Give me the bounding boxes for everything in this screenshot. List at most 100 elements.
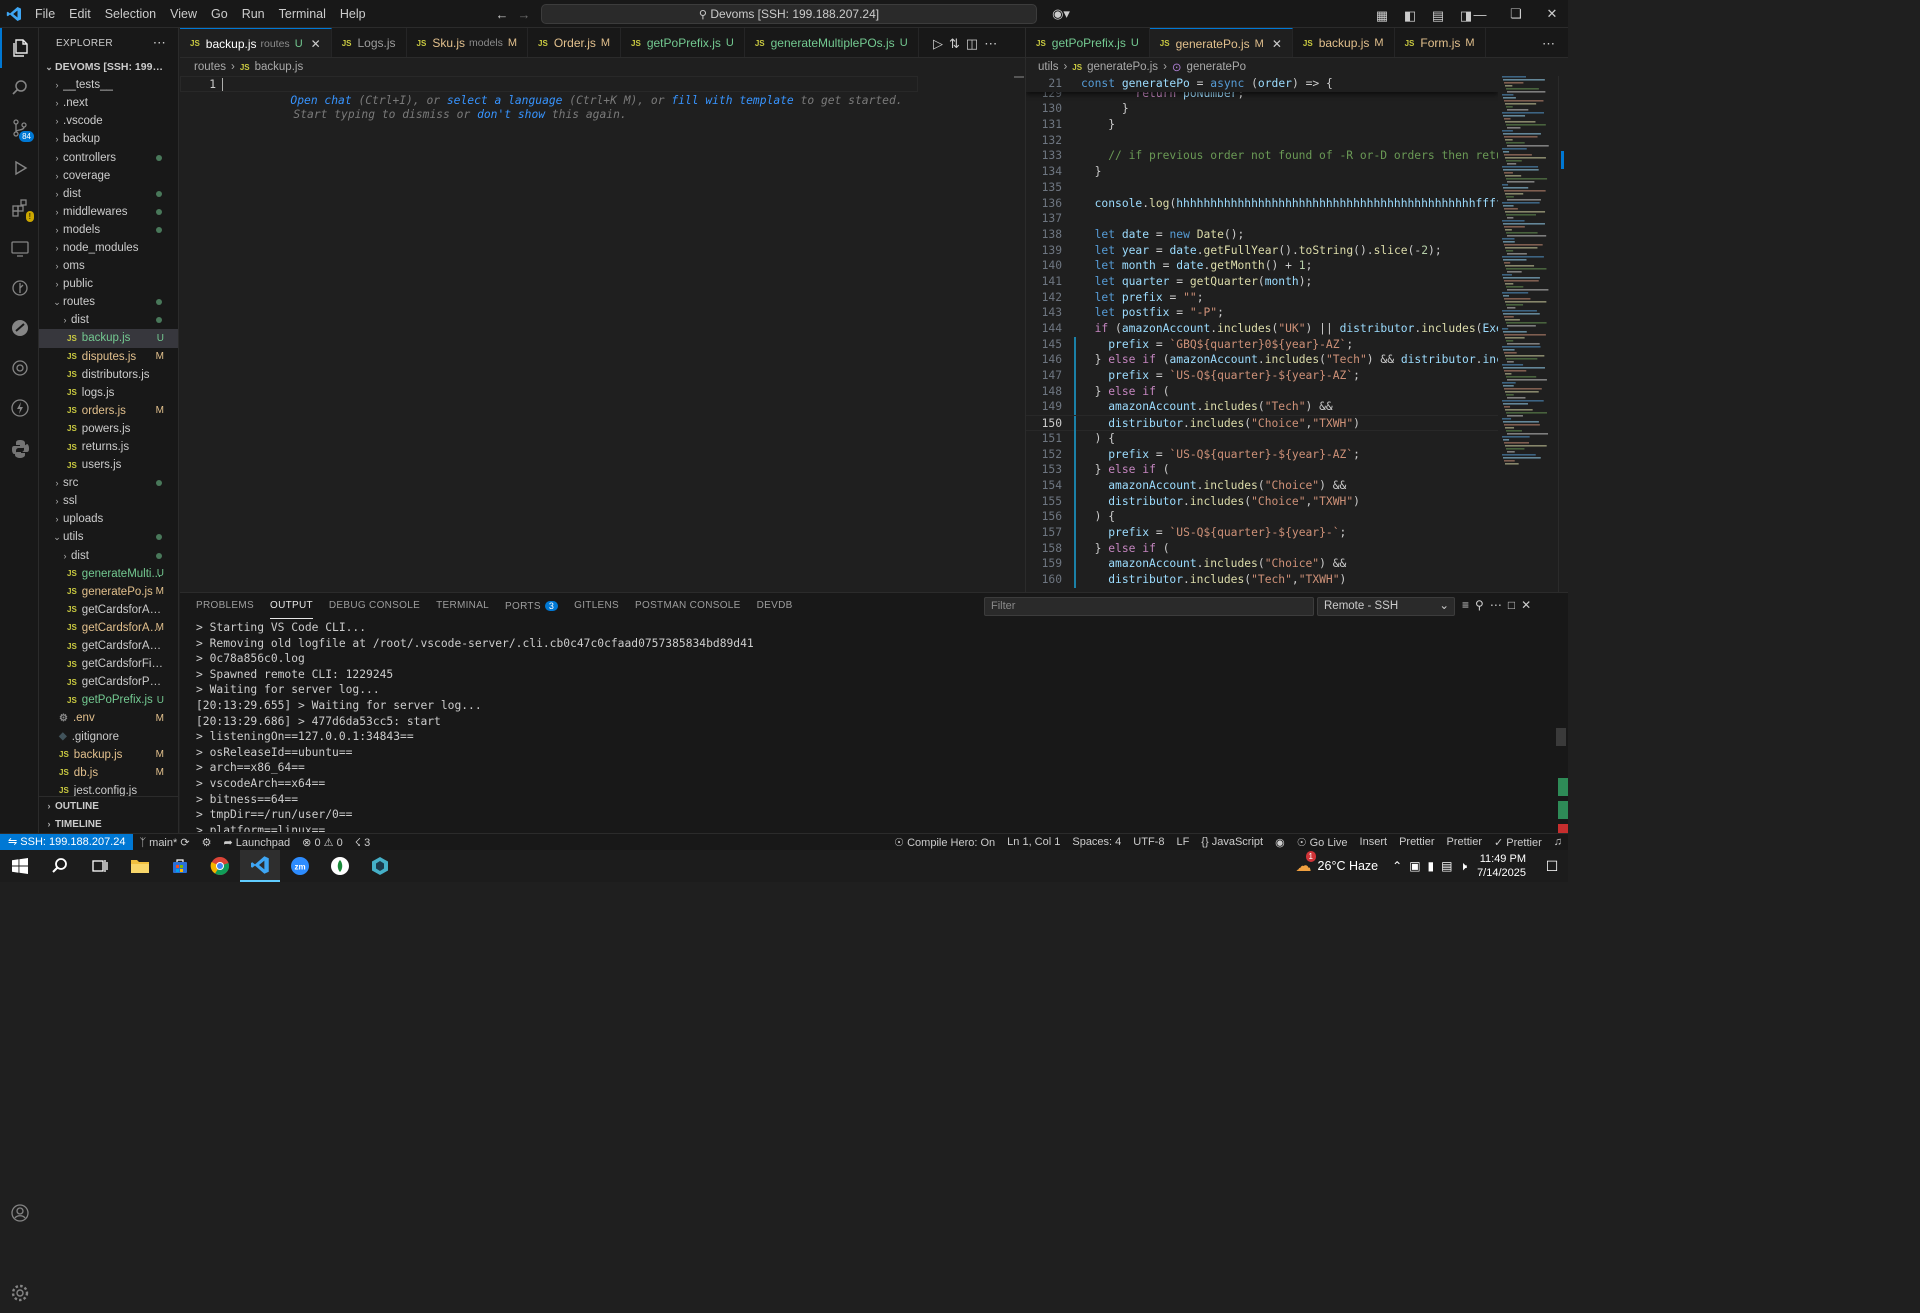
output-scrollbar-thumb[interactable] [1556,728,1566,746]
folder-item[interactable]: › __tests__ [39,76,178,94]
split-editor-icon[interactable]: ◫ [966,36,978,52]
editor-tab[interactable]: JS getPoPrefix.js U [1026,28,1150,57]
file-item[interactable]: JS getCardsforFinance.js [39,655,178,673]
fill-template-link[interactable]: fill with template [671,94,793,107]
app-hexagon-icon[interactable] [360,850,400,882]
file-item[interactable]: ⚙ .env M [39,709,178,727]
breadcrumb-file[interactable]: backup.js [255,61,304,73]
cursor-position[interactable]: Ln 1, Col 1 [1001,836,1066,848]
panel-tab-postman-console[interactable]: POSTMAN CONSOLE [627,593,749,619]
gitlens-icon[interactable] [0,268,39,308]
explorer-icon[interactable] [0,28,39,68]
output-channel-select[interactable]: Remote - SSH ⌄ [1317,597,1455,616]
vertical-scrollbar[interactable] [1558,76,1568,592]
editor-tab[interactable]: JS backup.js routes U ✕ [180,28,332,57]
battery-icon[interactable]: ▮ [1428,859,1435,874]
folder-item[interactable]: › src [39,474,178,492]
back-arrow-icon[interactable]: ← [490,3,514,25]
prettier-status[interactable]: Prettier [1393,836,1440,848]
file-item[interactable]: JS generatePo.js M [39,583,178,601]
editor-tab[interactable]: JS generateMultiplePOs.js U [745,28,919,57]
gitlens-inspect-icon[interactable] [0,308,39,348]
compile-hero[interactable]: ☉ Compile Hero: On [888,836,1001,849]
panel-tab-output[interactable]: OUTPUT [262,593,321,619]
thunder-client-icon[interactable] [0,388,39,428]
folder-item[interactable]: › node_modules [39,239,178,257]
panel-tab-terminal[interactable]: TERMINAL [428,593,497,619]
minimize-icon[interactable]: — [1462,3,1498,25]
folder-item[interactable]: › backup [39,130,178,148]
folder-item[interactable]: › coverage [39,167,178,185]
file-item[interactable]: JS getCardsforPurchasi... [39,673,178,691]
launchpad[interactable]: ➦ Launchpad [217,836,296,849]
breadcrumb-file[interactable]: generatePo.js [1087,61,1158,73]
file-item[interactable]: JS backup.js M [39,746,178,764]
maximize-panel-icon[interactable]: □ [1508,598,1515,612]
output-log[interactable]: > Starting VS Code CLI... > Removing old … [196,620,1536,832]
settings-gear-icon[interactable] [0,1273,39,1313]
go-live[interactable]: ☉ Go Live [1291,836,1354,849]
forward-arrow-icon[interactable]: → [512,3,536,25]
menu-go[interactable]: Go [204,0,235,28]
end-of-line[interactable]: LF [1170,836,1195,848]
timeline-section[interactable]: › TIMELINE [39,815,178,833]
forwarded-ports[interactable]: ☇ 3 [349,836,377,849]
outline-section[interactable]: › OUTLINE [39,797,178,815]
menu-edit[interactable]: Edit [62,0,98,28]
folder-item[interactable]: › middlewares [39,203,178,221]
customize-layout-icon[interactable]: ▦ [1370,5,1394,27]
folder-item[interactable]: › .vscode [39,112,178,130]
sticky-scroll-line[interactable]: 21 const generatePo = async (order) => { [1026,76,1498,92]
panel-tab-devdb[interactable]: DEVDB [749,593,801,619]
indentation[interactable]: Spaces: 4 [1066,836,1127,848]
tab-close-icon[interactable]: ✕ [311,37,321,51]
file-item[interactable]: JS getCardsforAccount.js [39,601,178,619]
account-icon[interactable] [0,1193,39,1233]
file-explorer-icon[interactable] [120,850,160,882]
zoom-icon[interactable]: zm [280,850,320,882]
menu-run[interactable]: Run [235,0,272,28]
more-actions-icon[interactable]: ⋯ [153,35,166,51]
extensions-icon[interactable]: ! [0,188,39,228]
debug-status-icon[interactable]: ⚙ [196,836,218,849]
folder-item[interactable]: › .next [39,94,178,112]
editor-tab[interactable]: JS Order.js M [528,28,622,57]
close-panel-icon[interactable]: ✕ [1521,598,1531,612]
editor-more-actions-icon[interactable]: ⋯ [984,36,997,52]
task-view-icon[interactable] [80,850,120,882]
command-center[interactable]: ⚲ Devoms [SSH: 199.188.207.24] [541,4,1037,24]
editor-tab[interactable]: JS getPoPrefix.js U [621,28,745,57]
breadcrumb-folder[interactable]: routes [194,61,226,73]
file-item[interactable]: JS distributors.js [39,366,178,384]
run-debug-icon[interactable] [0,148,39,188]
workspace-root[interactable]: ⌄ DEVOMS [SSH: 199.188.20... [39,58,178,76]
word-wrap-icon[interactable]: ≡ [1462,598,1469,612]
panel-more-actions-icon[interactable]: ⋯ [1490,598,1502,612]
breadcrumb-folder[interactable]: utils [1038,61,1058,73]
tab-close-icon[interactable]: ✕ [1272,37,1282,51]
editor-tab[interactable]: JS generatePo.js M ✕ [1149,28,1293,57]
prettier-status[interactable]: Prettier [1441,836,1488,848]
editor-tab[interactable]: JS Sku.js models M [407,28,529,57]
remote-explorer-icon[interactable] [0,228,39,268]
folder-item[interactable]: › dist [39,311,178,329]
windows-start-icon[interactable] [0,850,40,882]
close-icon[interactable]: ✕ [1534,3,1570,25]
editor-tab[interactable]: JS Form.js M [1395,28,1486,57]
file-item[interactable]: JS getCardsforAd... M [39,619,178,637]
chrome-icon[interactable] [200,850,240,882]
notification-center-icon[interactable]: ☐ [1536,858,1568,875]
editor-content-right[interactable]: 21 const generatePo = async (order) => {… [1026,76,1498,592]
file-item[interactable]: JS getCardsforAmazon.js [39,637,178,655]
folder-item[interactable]: › uploads [39,510,178,528]
compare-changes-icon[interactable]: ⇅ [949,36,960,52]
file-item[interactable]: JS users.js [39,456,178,474]
notifications-bell-icon[interactable]: ♫ [1548,836,1568,848]
git-branch[interactable]: ᛉ main* ⟳ [133,836,195,849]
file-item[interactable]: JS disputes.js M [39,348,178,366]
folder-item[interactable]: › public [39,275,178,293]
folder-item[interactable]: › controllers [39,148,178,166]
panel-tab-debug-console[interactable]: DEBUG CONSOLE [321,593,428,619]
lock-scroll-icon[interactable]: ⚲ [1475,598,1484,612]
folder-item[interactable]: ⌄ routes [39,293,178,311]
